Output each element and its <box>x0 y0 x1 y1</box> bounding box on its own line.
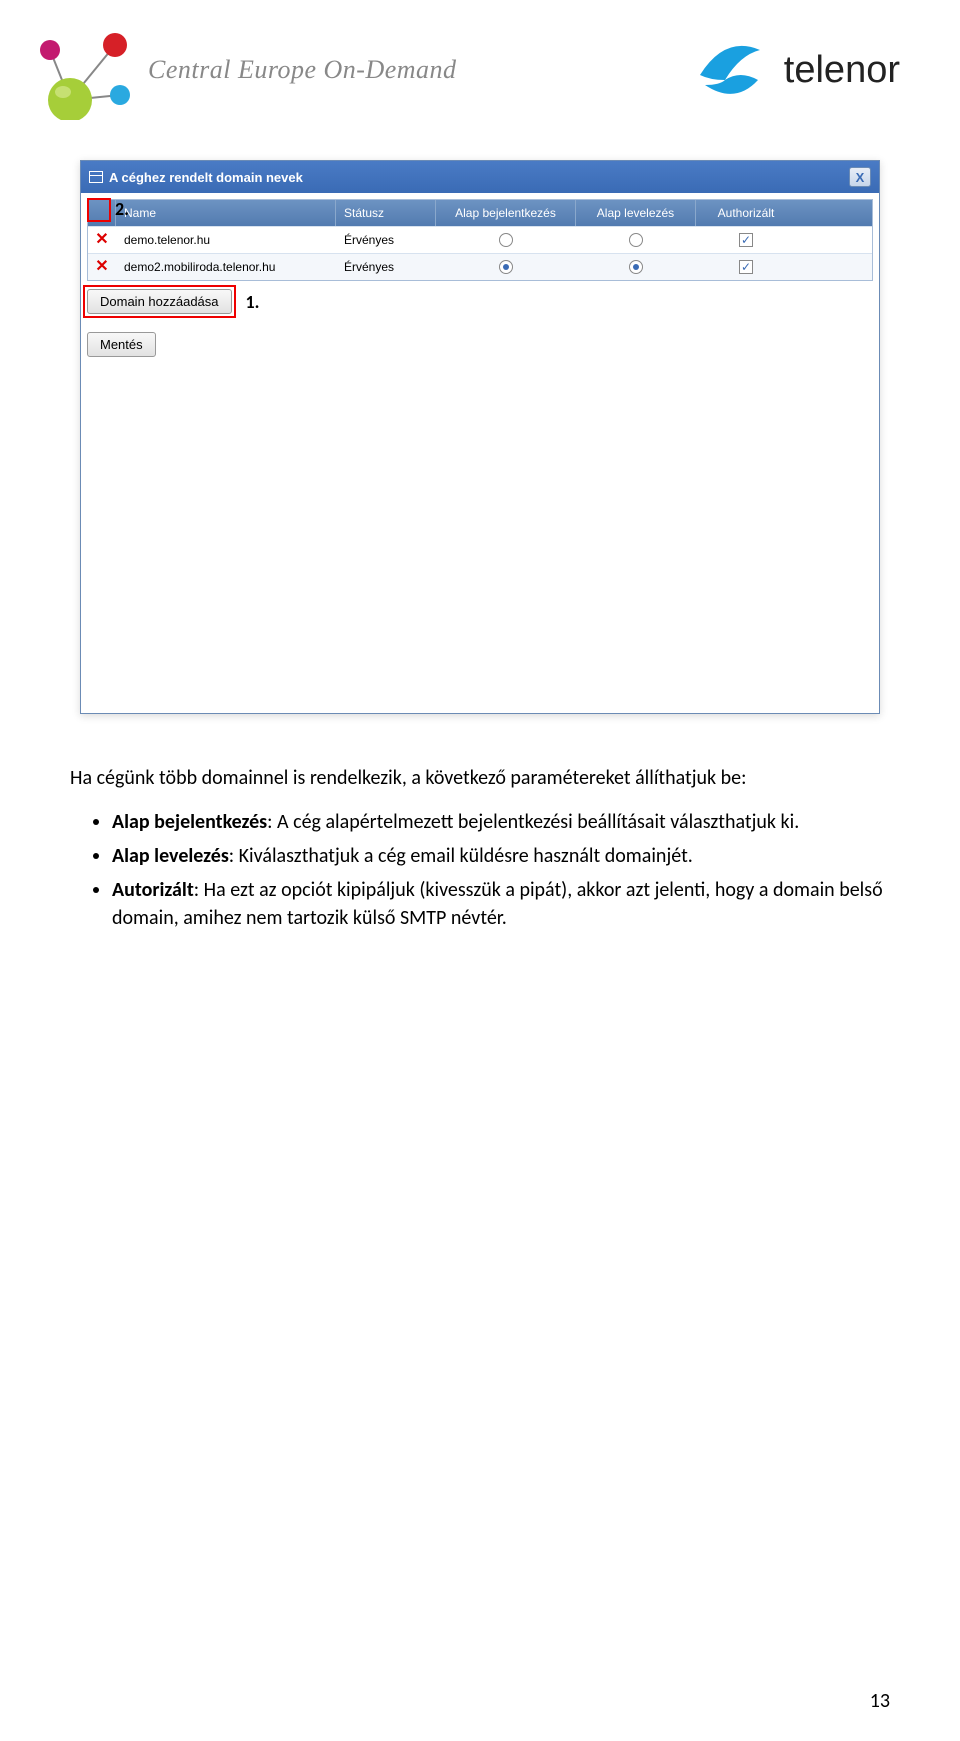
ceod-logo-text: Central Europe On-Demand <box>148 55 457 85</box>
page-header: Central Europe On-Demand telenor <box>0 0 960 130</box>
save-button[interactable]: Mentés <box>87 332 156 357</box>
table-header: Name Státusz Alap bejelentkezés Alap lev… <box>88 200 872 226</box>
telenor-logo-text: telenor <box>784 49 900 92</box>
cell-name: demo2.mobiliroda.telenor.hu <box>116 254 336 280</box>
col-mail: Alap levelezés <box>576 200 696 226</box>
auth-checkbox[interactable]: ✓ <box>739 260 753 274</box>
table-row: ✕ demo.telenor.hu Érvényes ✓ <box>88 226 872 253</box>
list-item: Autorizált: Ha ezt az opciót kipipáljuk … <box>112 876 890 932</box>
list-item: Alap bejelentkezés: A cég alapértelmezet… <box>112 808 890 836</box>
cell-status: Érvényes <box>336 254 436 280</box>
auth-checkbox[interactable]: ✓ <box>739 233 753 247</box>
close-icon: X <box>856 170 865 185</box>
annotation-1-label: 1. <box>246 291 260 313</box>
bullet-def: : Ha ezt az opciót kipipáljuk (kivesszük… <box>112 878 883 930</box>
col-login: Alap bejelentkezés <box>436 200 576 226</box>
intro-paragraph: Ha cégünk több domainnel is rendelkezik,… <box>70 764 890 792</box>
bullet-term: Alap levelezés <box>112 844 229 868</box>
body-copy: Ha cégünk több domainnel is rendelkezik,… <box>70 764 890 932</box>
delete-row-button[interactable]: ✕ <box>95 259 108 275</box>
cell-name: demo.telenor.hu <box>116 227 336 253</box>
dialog-titlebar: A céghez rendelt domain nevek X <box>81 161 879 193</box>
col-status: Státusz <box>336 200 436 226</box>
mail-radio[interactable] <box>629 260 643 274</box>
delete-row-button[interactable]: ✕ <box>95 232 108 248</box>
domain-dialog: A céghez rendelt domain nevek X Name Stá… <box>80 160 880 714</box>
bullet-def: : Kiválaszthatjuk a cég email küldésre h… <box>229 844 693 868</box>
bullet-list: Alap bejelentkezés: A cég alapértelmezet… <box>70 808 890 932</box>
mail-radio[interactable] <box>629 233 643 247</box>
bullet-term: Autorizált <box>112 878 194 902</box>
cell-status: Érvényes <box>336 227 436 253</box>
col-auth: Authorizált <box>696 200 796 226</box>
annotation-2-label: 2. <box>115 198 129 220</box>
add-domain-button[interactable]: Domain hozzáadása <box>87 289 232 314</box>
close-button[interactable]: X <box>849 167 871 187</box>
domain-table: Name Státusz Alap bejelentkezés Alap lev… <box>87 199 873 281</box>
list-item: Alap levelezés: Kiválaszthatjuk a cég em… <box>112 842 890 870</box>
telenor-logo: telenor <box>690 30 900 110</box>
telenor-swirl-icon <box>690 30 770 110</box>
window-icon <box>89 171 103 183</box>
dialog-title: A céghez rendelt domain nevek <box>109 170 303 185</box>
ceod-mark-icon <box>30 20 140 120</box>
ceod-logo: Central Europe On-Demand <box>30 20 457 120</box>
page-number: 13 <box>870 1689 890 1713</box>
login-radio[interactable] <box>499 260 513 274</box>
login-radio[interactable] <box>499 233 513 247</box>
table-row: ✕ demo2.mobiliroda.telenor.hu Érvényes ✓ <box>88 253 872 280</box>
bullet-term: Alap bejelentkezés <box>112 810 267 834</box>
bullet-def: : A cég alapértelmezett bejelentkezési b… <box>267 810 799 834</box>
col-name: Name <box>116 200 336 226</box>
